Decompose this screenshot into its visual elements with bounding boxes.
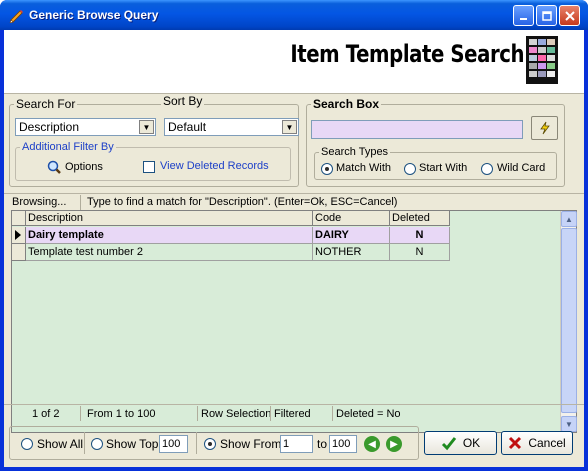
scroll-up-icon[interactable]: ▲ (561, 211, 577, 227)
row-selection-status: Row Selection (201, 408, 272, 420)
from-input[interactable]: 1 (280, 435, 313, 453)
sort-by-label: Sort By (161, 94, 205, 108)
options-label: Options (65, 161, 103, 173)
search-input[interactable] (311, 120, 523, 139)
browse-status-bar: Browsing... Type to find a match for "De… (4, 193, 584, 211)
vertical-scrollbar[interactable]: ▲ ▼ (560, 211, 577, 432)
show-top-label[interactable]: Show Top (106, 437, 158, 451)
row-pointer-icon (12, 227, 26, 244)
deleted-status: Deleted = No (336, 408, 401, 420)
table-row[interactable]: Template test number 2 NOTHER N (12, 244, 450, 261)
dropdown-arrow-icon[interactable]: ▼ (139, 120, 154, 134)
pencil-icon (9, 10, 23, 23)
browse-query-window: Generic Browse Query Item Template Searc… (0, 0, 588, 471)
title-bar[interactable]: Generic Browse Query (0, 0, 588, 30)
ok-label: OK (462, 436, 481, 450)
cross-icon (509, 436, 522, 450)
row-indicator (12, 244, 26, 261)
options-button[interactable]: Options (46, 159, 103, 175)
browsing-status: Browsing... (12, 196, 67, 208)
cell-description[interactable]: Dairy template (26, 227, 313, 244)
column-header-code[interactable]: Code (313, 211, 390, 226)
show-top-radio[interactable] (91, 438, 103, 450)
view-deleted-checkbox[interactable] (143, 161, 155, 173)
search-for-legend: Search For (16, 97, 76, 111)
record-range: From 1 to 100 (87, 408, 156, 420)
record-status-bar: 1 of 2 From 1 to 100 Row Selection Filte… (4, 404, 584, 422)
show-from-label[interactable]: Show From (220, 437, 281, 451)
lightning-icon (539, 121, 550, 135)
results-grid[interactable]: Description Code Deleted Dairy template … (11, 210, 577, 433)
sort-by-value: Default (168, 120, 207, 134)
search-hint: Type to find a match for "Description". … (87, 196, 398, 208)
status-separator (270, 406, 271, 421)
group-separator (84, 432, 85, 454)
footer-controls: Show All Show Top 100 Show From 1 to 100… (4, 424, 584, 467)
cell-deleted[interactable]: N (390, 227, 450, 244)
status-separator (80, 406, 81, 421)
search-box-legend: Search Box (313, 97, 380, 111)
to-label: to (317, 437, 328, 451)
next-page-icon[interactable]: ▶ (386, 436, 402, 452)
search-for-select[interactable]: Description ▼ (15, 118, 156, 136)
close-button[interactable] (559, 5, 580, 26)
cell-description[interactable]: Template test number 2 (26, 244, 313, 261)
close-icon (564, 10, 575, 21)
status-separator (332, 406, 333, 421)
show-all-label[interactable]: Show All (37, 437, 83, 451)
header-banner: Item Template Search (4, 30, 584, 94)
show-all-radio[interactable] (21, 438, 33, 450)
page-title: Item Template Search (290, 40, 524, 68)
previous-page-icon[interactable]: ◀ (364, 436, 380, 452)
magnifier-icon (47, 160, 61, 174)
wild-card-radio[interactable] (481, 163, 493, 175)
column-header-deleted[interactable]: Deleted (390, 211, 450, 226)
window-title: Generic Browse Query (29, 8, 159, 22)
maximize-icon (541, 10, 552, 21)
column-header-description[interactable]: Description (26, 211, 313, 226)
template-grid-icon (526, 36, 558, 84)
additional-filter-legend: Additional Filter By (22, 141, 114, 153)
search-for-value: Description (19, 120, 80, 134)
cancel-button[interactable]: Cancel (501, 431, 573, 455)
ok-button[interactable]: OK (424, 431, 497, 455)
start-with-radio[interactable] (404, 163, 416, 175)
match-with-label[interactable]: Match With (336, 162, 391, 174)
search-go-button[interactable] (531, 116, 558, 140)
status-separator (80, 195, 81, 210)
start-with-label[interactable]: Start With (419, 162, 467, 174)
grid-header-indicator (12, 211, 26, 226)
check-icon (441, 437, 456, 451)
show-from-radio[interactable] (204, 438, 216, 450)
view-deleted-label[interactable]: View Deleted Records (160, 160, 269, 172)
wild-card-label[interactable]: Wild Card (497, 162, 545, 174)
cell-code[interactable]: DAIRY (313, 227, 390, 244)
group-separator (196, 432, 197, 454)
cell-code[interactable]: NOTHER (313, 244, 390, 261)
dialog-client-area: Item Template Search Search For Sort By … (4, 30, 584, 467)
to-input[interactable]: 100 (329, 435, 357, 453)
search-types-legend: Search Types (321, 146, 389, 158)
status-separator (197, 406, 198, 421)
cancel-label: Cancel (528, 436, 566, 450)
filtered-status: Filtered (274, 408, 311, 420)
dropdown-arrow-icon[interactable]: ▼ (282, 120, 297, 134)
sort-by-select[interactable]: Default ▼ (164, 118, 299, 136)
record-position: 1 of 2 (32, 408, 60, 420)
scroll-thumb[interactable] (561, 228, 577, 413)
cell-deleted[interactable]: N (390, 244, 450, 261)
minimize-button[interactable] (513, 5, 534, 26)
maximize-button[interactable] (536, 5, 557, 26)
table-row[interactable]: Dairy template DAIRY N (12, 227, 450, 244)
match-with-radio[interactable] (321, 163, 333, 175)
show-top-input[interactable]: 100 (159, 435, 188, 453)
minimize-icon (519, 17, 527, 20)
